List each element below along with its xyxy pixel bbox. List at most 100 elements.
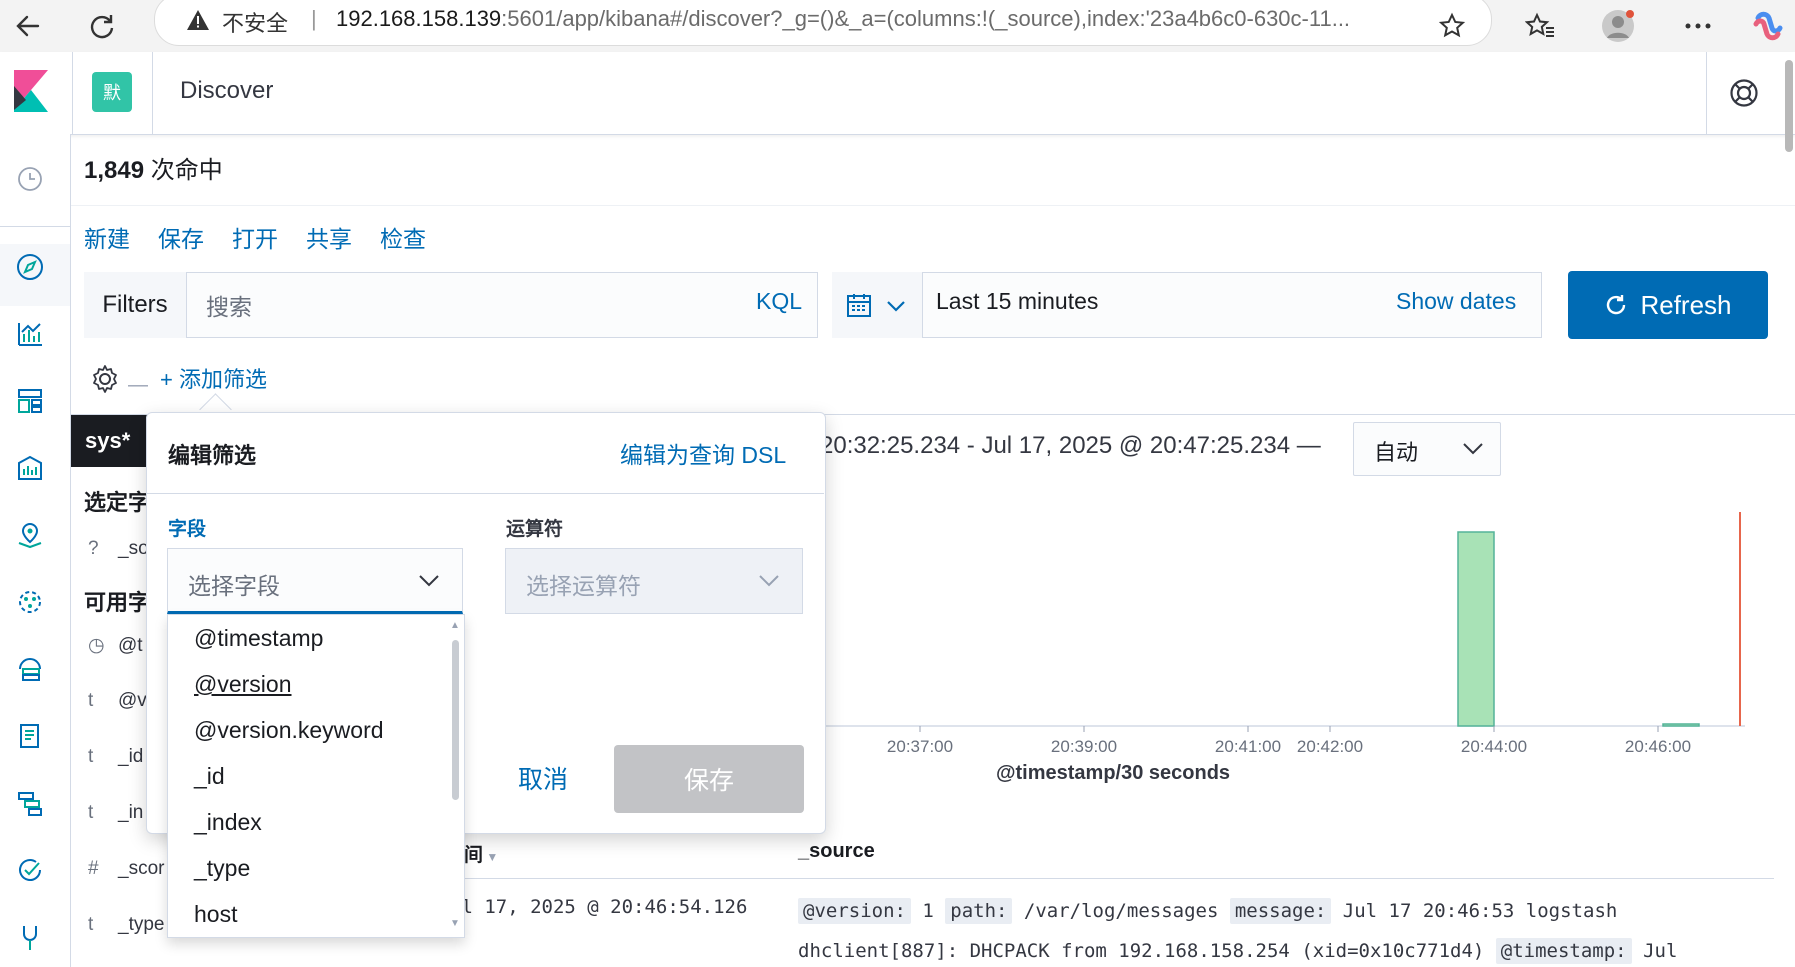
menu-share[interactable]: 共享 [306,220,352,254]
show-dates-link[interactable]: Show dates [1396,288,1516,315]
field-type-icon: t [88,802,94,823]
favorites-icon[interactable] [1520,6,1560,46]
copilot-icon[interactable] [1748,6,1788,46]
x-tick-label: 20:37:00 [887,737,953,756]
visualize-icon[interactable] [13,317,47,351]
hits-number: 1,849 [84,157,145,184]
menu-inspect[interactable]: 检查 [380,220,426,254]
profile-avatar[interactable] [1598,6,1638,46]
reload-icon[interactable] [82,6,122,46]
field-name: @t [118,635,143,656]
chevron-down-icon [758,574,780,587]
time-column-header[interactable]: 间 ▼ [464,840,498,867]
canvas-icon[interactable] [13,451,47,485]
space-avatar[interactable]: 默 [92,72,132,112]
maps-icon[interactable] [13,518,47,552]
discover-compass-icon[interactable] [13,250,47,284]
calendar-icon [846,292,872,318]
search-input[interactable]: 搜索 [206,288,252,322]
scroll-down-arrow-icon[interactable]: ▼ [450,918,460,929]
help-icon[interactable] [1729,78,1759,108]
nav-divider [0,226,70,227]
field-item[interactable]: t @v [88,690,147,712]
field-item[interactable]: ? _so [88,538,149,560]
ml-icon[interactable] [13,585,47,619]
chevron-down-icon [886,300,906,312]
operator-label: 运算符 [506,519,564,540]
doc-key: @version: [798,898,911,924]
histogram-bar[interactable] [1457,531,1495,727]
doc-key: @timestamp: [1495,938,1632,964]
field-name: @v [118,690,147,711]
uptime-icon[interactable] [13,853,47,887]
menu-new[interactable]: 新建 [84,220,130,254]
interval-value: 自动 [1374,440,1419,465]
warning-icon[interactable] [186,9,210,31]
doc-source-line: dhclient[887]: DHCPACK from 192.168.158.… [798,938,1677,964]
doc-value: Jul 17 20:46:53 logstash [1331,900,1618,922]
field-option[interactable]: _index [194,809,262,836]
dev-tools-icon[interactable] [13,920,47,954]
field-name: _scor [118,858,165,879]
field-item[interactable]: t _type [88,914,164,936]
back-icon[interactable] [8,6,48,46]
menu-open[interactable]: 打开 [232,220,278,254]
infrastructure-icon[interactable] [13,652,47,686]
hits-label: 次命中 [144,157,223,184]
date-range-label[interactable]: Last 15 minutes [936,288,1098,315]
query-bar [84,272,818,338]
field-label: 字段 [168,519,207,540]
field-option[interactable]: @version.keyword [194,717,384,744]
field-option[interactable]: @version [194,671,292,698]
bookmark-star-icon[interactable] [1432,6,1472,46]
histogram-time-range: 20:32:25.234 - Jul 17, 2025 @ 20:47:25.2… [820,432,1321,459]
apm-icon[interactable] [13,786,47,820]
field-type-icon: ◷ [88,635,105,656]
field-option[interactable]: _id [194,763,225,790]
recent-clock-icon[interactable] [13,162,47,196]
filters-button[interactable]: Filters [84,272,187,338]
x-axis-label: @timestamp/30 seconds [996,762,1231,784]
x-tick-label: 20:39:00 [1051,737,1117,756]
filter-divider: — [128,374,148,396]
insecure-label[interactable]: 不安全 [222,6,288,38]
kql-toggle[interactable]: KQL [756,288,802,315]
field-type-icon: # [88,858,99,879]
menu-save[interactable]: 保存 [158,220,204,254]
field-item[interactable]: t _id [88,746,143,768]
field-item[interactable]: t _in [88,802,143,824]
dashboard-icon[interactable] [13,384,47,418]
edit-as-dsl-link[interactable]: 编辑为查询 DSL [620,436,786,470]
histogram-bar[interactable] [1662,723,1700,727]
refresh-button[interactable]: Refresh [1568,271,1768,339]
chevron-down-icon[interactable] [418,574,440,587]
selected-fields-title: 选定字 [84,490,151,515]
list-scrollbar[interactable] [452,640,459,800]
logs-icon[interactable] [13,719,47,753]
save-button[interactable]: 保存 [614,745,804,813]
field-placeholder: 选择字段 [188,573,280,599]
scroll-up-arrow-icon[interactable]: ▲ [450,620,460,631]
more-icon[interactable] [1678,6,1718,46]
filter-settings-gear-icon[interactable] [90,364,120,394]
field-option[interactable]: host [194,901,237,928]
url-text[interactable]: 192.168.158.139:5601/app/kibana#/discove… [336,6,1411,32]
page-scrollbar[interactable] [1785,60,1793,152]
kibana-logo-icon[interactable] [14,70,48,112]
hits-count: 1,849 次命中 [84,150,223,185]
field-name: _so [118,538,149,559]
doc-timestamp[interactable]: ul 17, 2025 @ 20:46:54.126 [450,896,747,918]
field-item[interactable]: ◷ @t [88,634,143,657]
operator-placeholder: 选择运算符 [526,573,641,599]
field-item[interactable]: # _scor [88,858,164,880]
field-option[interactable]: _type [194,855,250,882]
field-option[interactable]: @timestamp [194,625,323,652]
field-name: _in [118,802,144,823]
url-path: :5601/app/kibana#/discover?_g=()&_a=(col… [501,6,1351,31]
page-title: Discover [180,77,274,104]
quick-menu-button[interactable] [832,272,923,338]
doc-value: 1 [910,900,946,922]
cancel-button[interactable]: 取消 [518,760,568,796]
popover-title: 编辑筛选 [168,443,257,468]
add-filter-button[interactable]: + 添加筛选 [160,362,267,394]
